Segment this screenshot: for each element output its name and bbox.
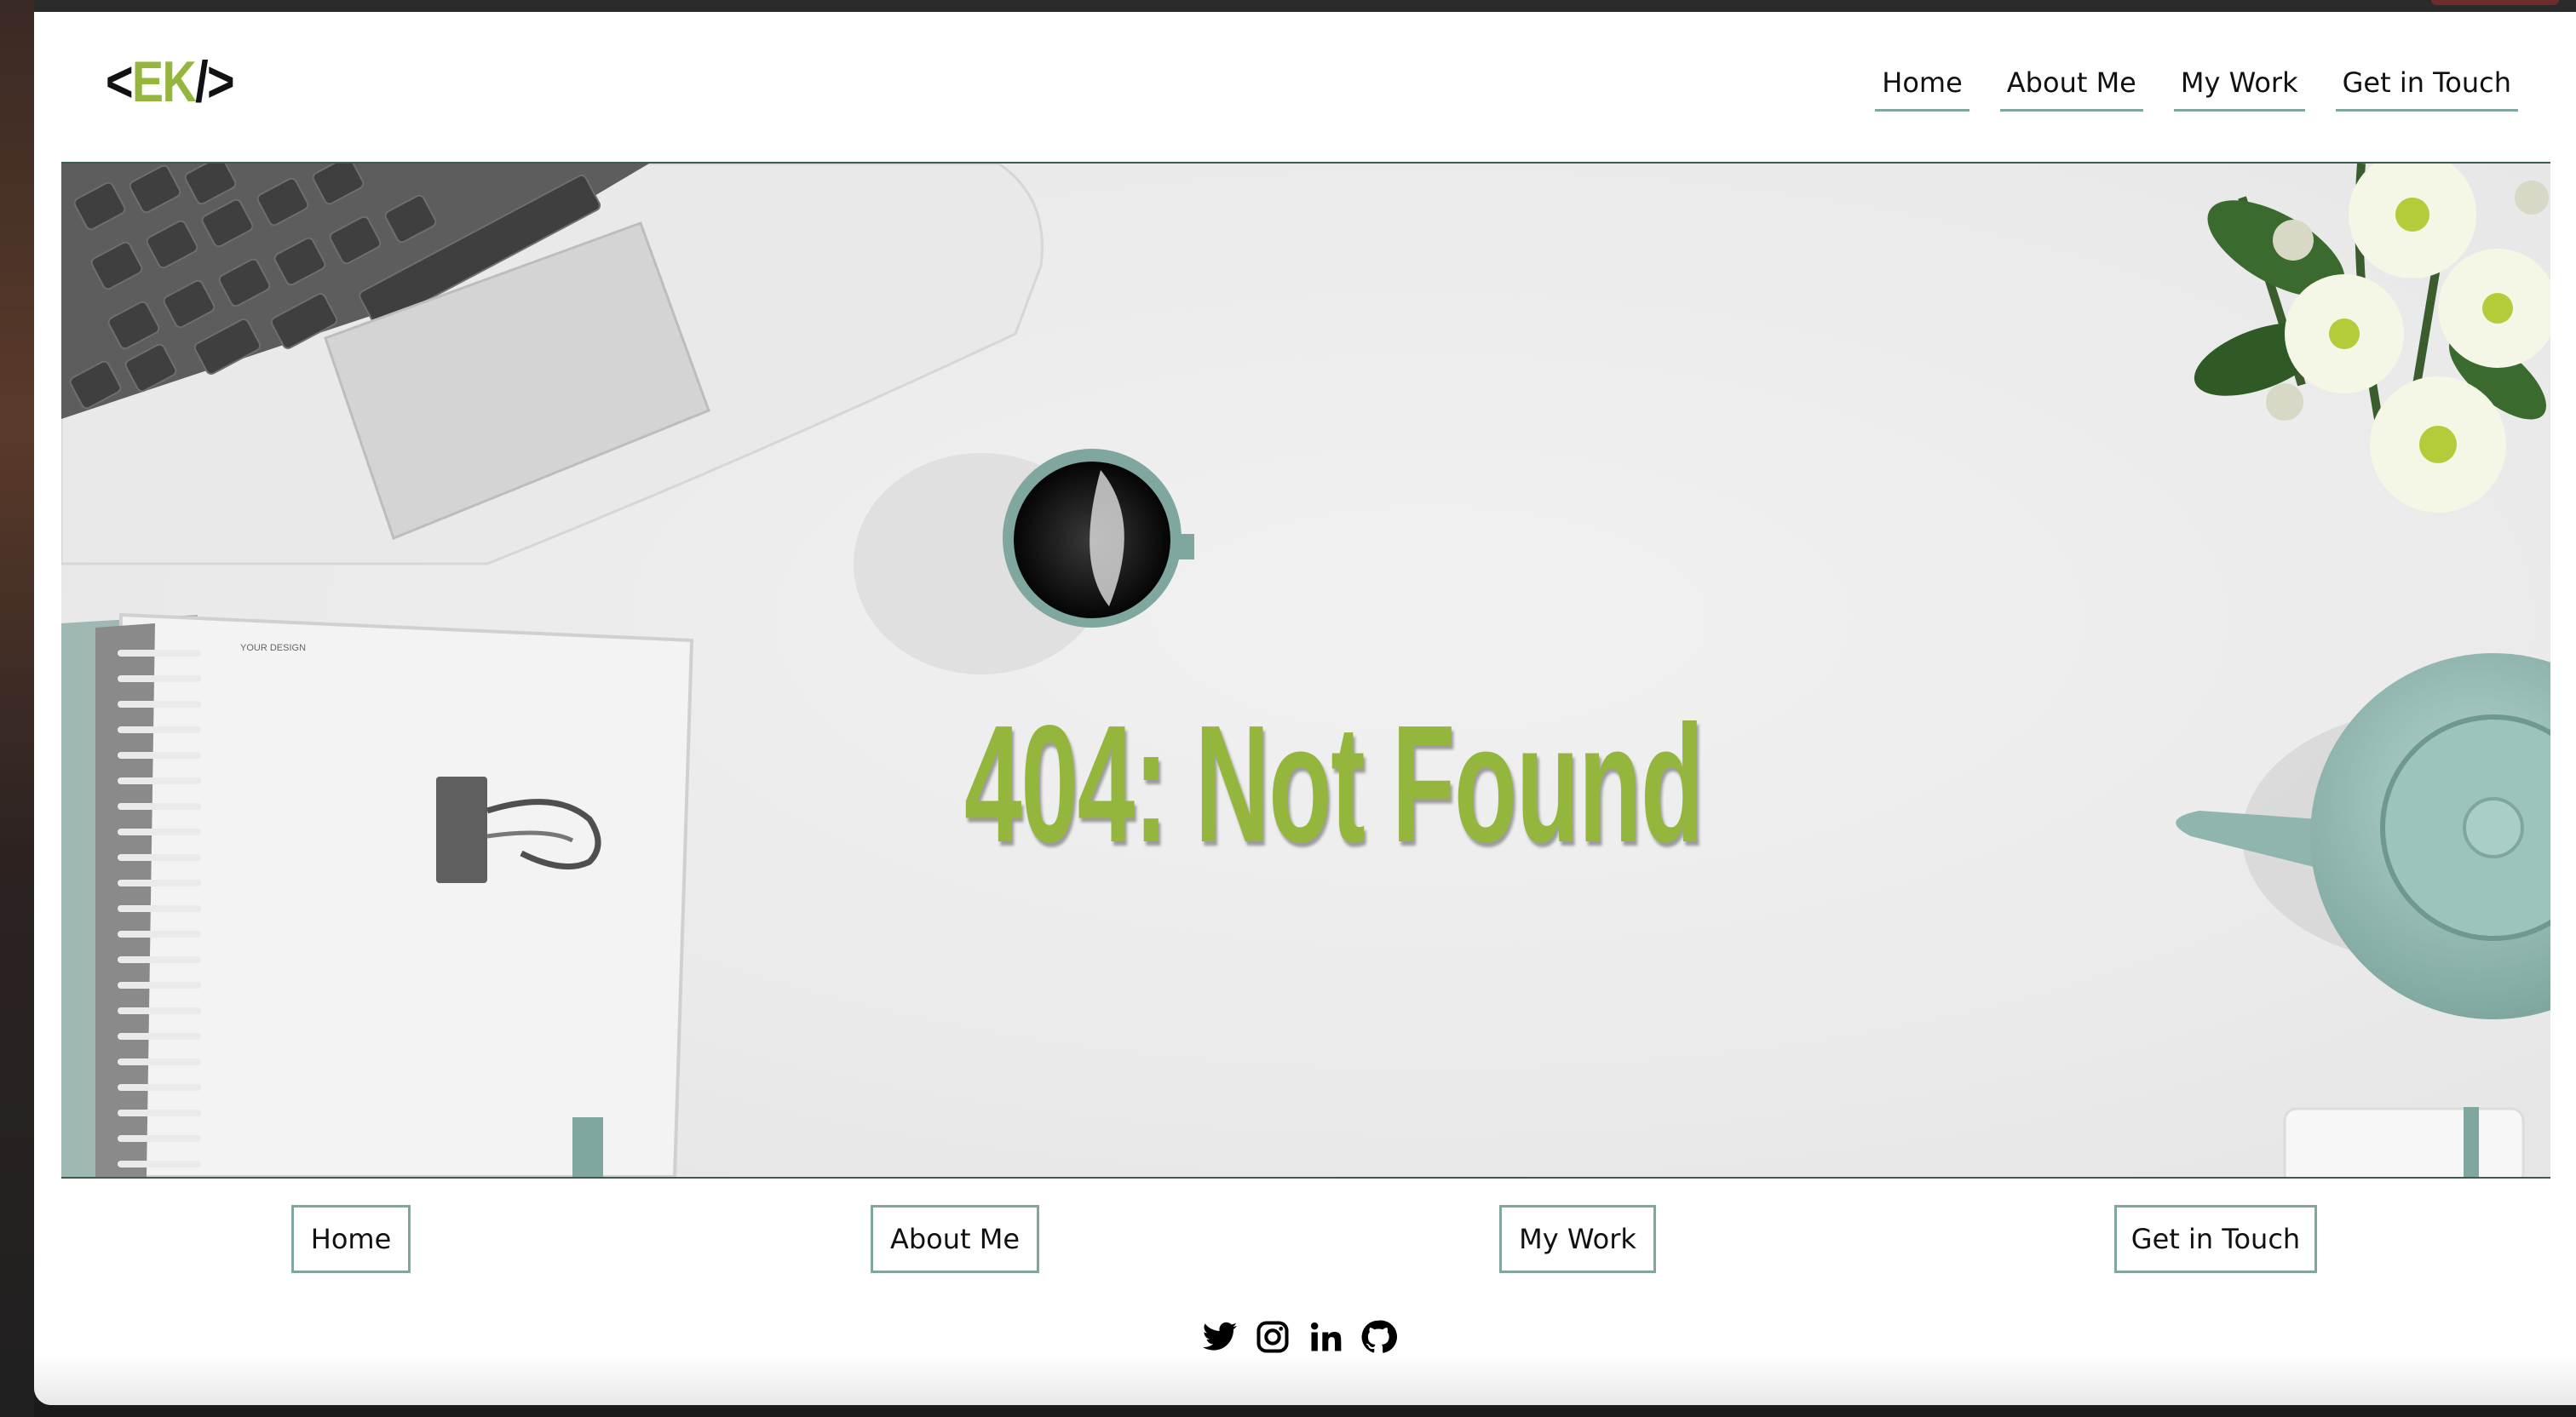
notepad-illustration — [2283, 1107, 2525, 1177]
logo-open-bracket: < — [106, 49, 134, 114]
site-logo[interactable]: <EK/> — [106, 53, 235, 111]
logo-close-bracket: /> — [195, 49, 234, 114]
footer-home-button[interactable]: Home — [291, 1205, 411, 1273]
site-header: <EK/> Home About Me My Work Get in Touch — [34, 12, 2576, 162]
github-icon[interactable] — [1360, 1318, 1397, 1356]
flowers-illustration — [2194, 164, 2550, 513]
teapot-illustration — [2176, 653, 2550, 1019]
social-links — [1201, 1318, 1397, 1356]
notebook-label: YOUR DESIGN — [240, 643, 306, 653]
nav-home-link[interactable]: Home — [1875, 66, 1969, 112]
browser-tab-edge[interactable] — [2431, 0, 2559, 5]
window-top-bar — [34, 0, 2576, 12]
desk-illustration: YOUR DESIGN — [61, 164, 2550, 1177]
notebook-illustration: YOUR DESIGN — [61, 612, 694, 1177]
footer-nav: Home About Me My Work Get in Touch — [34, 1205, 2576, 1276]
page-title: 404: Not Found — [964, 691, 1704, 878]
desktop-background — [0, 0, 34, 1417]
linkedin-icon[interactable] — [1307, 1318, 1344, 1356]
footer-fade — [34, 1354, 2576, 1405]
nav-about-link[interactable]: About Me — [1999, 66, 2143, 112]
footer-contact-button[interactable]: Get in Touch — [2114, 1205, 2317, 1273]
footer-work-button[interactable]: My Work — [1499, 1205, 1656, 1273]
instagram-icon[interactable] — [1254, 1318, 1291, 1356]
coffee-cup-illustration — [854, 449, 1194, 674]
nav-contact-link[interactable]: Get in Touch — [2335, 66, 2518, 112]
twitter-icon[interactable] — [1201, 1318, 1239, 1356]
footer-about-button[interactable]: About Me — [871, 1205, 1039, 1273]
browser-window: <EK/> Home About Me My Work Get in Touch — [34, 0, 2576, 1405]
logo-initials: EK — [131, 49, 197, 114]
hero-banner: YOUR DESIGN 404: Not Found — [61, 162, 2550, 1179]
main-nav: Home About Me My Work Get in Touch — [1875, 66, 2518, 112]
nav-work-link[interactable]: My Work — [2173, 66, 2305, 112]
